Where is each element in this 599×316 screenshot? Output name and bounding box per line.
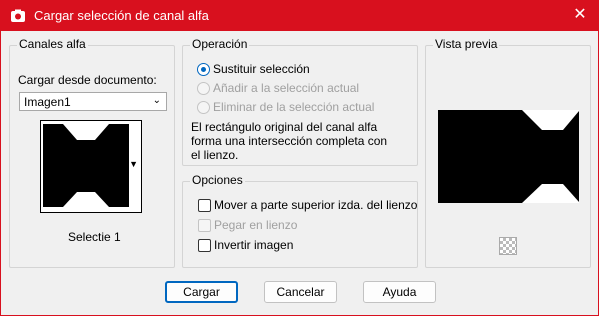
channel-thumbnail: [43, 124, 129, 207]
transparency-toggle-icon[interactable]: [499, 237, 517, 255]
note-line-2: forma una intersección completa con: [191, 134, 388, 148]
caret-down-icon: ▼: [129, 159, 138, 169]
canales-alfa-legend: Canales alfa: [17, 37, 88, 51]
option-paste-canvas-label[interactable]: Pegar en lienzo: [214, 218, 297, 232]
camera-icon: [11, 9, 25, 22]
dialog-body: Canales alfa Cargar desde documento: Ima…: [0, 31, 599, 316]
checkbox-paste-canvas[interactable]: [198, 219, 211, 232]
option-add-label[interactable]: Añadir a la selección actual: [213, 81, 359, 95]
document-select-value: Imagen1: [24, 95, 71, 109]
title-bar: Cargar selección de canal alfa ✕: [0, 0, 599, 31]
channel-name: Selectie 1: [68, 230, 121, 244]
radio-add[interactable]: [197, 82, 210, 95]
opciones-legend: Opciones: [190, 173, 245, 187]
load-from-label: Cargar desde documento:: [18, 73, 157, 87]
note-line-3: el lienzo.: [191, 148, 239, 162]
vista-previa-legend: Vista previa: [433, 37, 500, 51]
radio-remove[interactable]: [197, 101, 210, 114]
cancel-button[interactable]: Cancelar: [264, 281, 337, 303]
chevron-down-icon: ⌄: [152, 95, 161, 106]
document-select[interactable]: Imagen1 ⌄: [19, 92, 167, 111]
radio-replace[interactable]: [197, 63, 210, 76]
channel-picker[interactable]: ▼: [40, 120, 142, 213]
help-button[interactable]: Ayuda: [363, 281, 436, 303]
ok-button[interactable]: Cargar: [165, 281, 238, 303]
operacion-group: Operación Sustituir selección Añadir a l…: [182, 37, 418, 166]
vista-previa-group: Vista previa: [425, 37, 591, 268]
operacion-legend: Operación: [190, 37, 250, 51]
option-remove-label[interactable]: Eliminar de la selección actual: [213, 100, 374, 114]
checkbox-invert[interactable]: [198, 239, 211, 252]
note-line-1: El rectángulo original del canal alfa: [191, 120, 378, 134]
opciones-group: Opciones Mover a parte superior izda. de…: [182, 173, 418, 268]
preview-image: [438, 110, 579, 203]
canales-alfa-group: Canales alfa Cargar desde documento: Ima…: [9, 37, 175, 268]
window-title: Cargar selección de canal alfa: [34, 8, 209, 23]
close-icon[interactable]: ✕: [571, 6, 589, 24]
option-move-topleft-label[interactable]: Mover a parte superior izda. del lienzo: [214, 198, 417, 212]
option-invert-label[interactable]: Invertir imagen: [214, 238, 293, 252]
option-replace-label[interactable]: Sustituir selección: [213, 62, 310, 76]
checkbox-move-topleft[interactable]: [198, 199, 211, 212]
